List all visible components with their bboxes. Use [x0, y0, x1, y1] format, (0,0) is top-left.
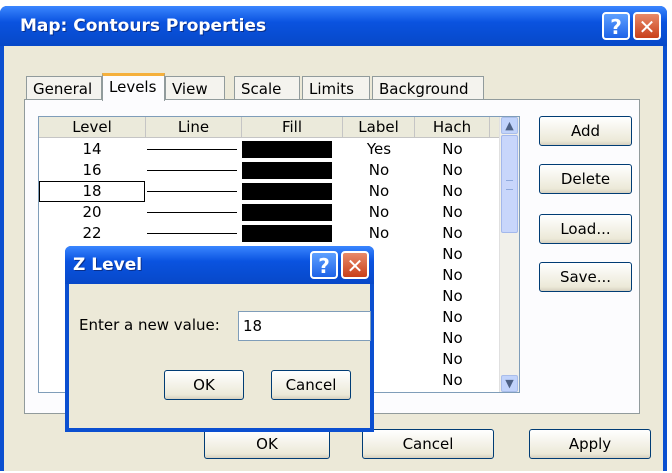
row-label[interactable]: No: [343, 223, 415, 244]
row-hach[interactable]: No: [415, 160, 490, 181]
add-button[interactable]: Add: [539, 116, 632, 146]
table-row-selected[interactable]: 18 No No: [39, 181, 513, 202]
row-hach[interactable]: No: [415, 328, 490, 349]
column-header-line[interactable]: Line: [146, 117, 242, 137]
fill-swatch[interactable]: [242, 225, 332, 242]
row-hach[interactable]: No: [415, 181, 490, 202]
help-icon[interactable]: ?: [310, 251, 338, 279]
fill-swatch[interactable]: [242, 162, 332, 179]
row-label[interactable]: Yes: [343, 139, 415, 160]
fill-swatch[interactable]: [242, 183, 332, 200]
line-swatch[interactable]: [147, 149, 237, 150]
row-hach[interactable]: No: [415, 349, 490, 370]
dialog-titlebar[interactable]: Z Level ? ✕: [65, 246, 374, 284]
help-icon[interactable]: ?: [602, 12, 630, 40]
dialog-ok-button[interactable]: OK: [164, 370, 244, 400]
z-level-input[interactable]: 18: [238, 311, 371, 341]
tab-view[interactable]: View: [165, 76, 225, 100]
save-button[interactable]: Save...: [539, 262, 632, 292]
row-level: 22: [82, 224, 102, 242]
delete-button[interactable]: Delete: [539, 164, 632, 194]
grip-icon: [506, 180, 513, 190]
column-header-hach[interactable]: Hach: [415, 117, 490, 137]
row-label[interactable]: No: [343, 202, 415, 223]
close-icon[interactable]: ✕: [633, 12, 661, 40]
column-header-fill[interactable]: Fill: [242, 117, 343, 137]
row-hach[interactable]: No: [415, 202, 490, 223]
table-row[interactable]: 20 No No: [39, 202, 513, 223]
window-titlebar[interactable]: Map: Contours Properties ? ✕: [0, 6, 667, 46]
row-hach[interactable]: No: [415, 244, 490, 265]
column-header-label[interactable]: Label: [343, 117, 415, 137]
table-row[interactable]: 14 Yes No: [39, 139, 513, 160]
scroll-thumb[interactable]: [501, 135, 518, 233]
tab-scale[interactable]: Scale: [234, 76, 300, 100]
load-button[interactable]: Load...: [539, 214, 632, 244]
dialog-client: Enter a new value: 18 OK Cancel: [69, 284, 371, 428]
row-hach[interactable]: No: [415, 307, 490, 328]
fill-swatch[interactable]: [242, 204, 332, 221]
z-level-dialog: Z Level ? ✕ Enter a new value: 18 OK Can…: [65, 246, 374, 432]
row-label[interactable]: No: [343, 181, 415, 202]
row-level: 20: [82, 203, 102, 221]
row-level[interactable]: 18: [39, 181, 145, 202]
tab-limits[interactable]: Limits: [302, 76, 370, 100]
chevron-down-icon[interactable]: ▼: [501, 375, 518, 392]
tab-levels[interactable]: Levels: [102, 73, 165, 101]
close-icon[interactable]: ✕: [341, 251, 369, 279]
tab-general[interactable]: General: [26, 76, 102, 100]
value-prompt-label: Enter a new value:: [79, 316, 220, 334]
vertical-scrollbar[interactable]: ▲ ▼: [499, 117, 519, 392]
line-swatch[interactable]: [147, 191, 237, 192]
dialog-cancel-button[interactable]: Cancel: [271, 370, 351, 400]
line-swatch[interactable]: [147, 170, 237, 171]
table-row[interactable]: 22 No No: [39, 223, 513, 244]
tab-background[interactable]: Background: [372, 76, 484, 100]
row-label[interactable]: No: [343, 160, 415, 181]
row-hach[interactable]: No: [415, 370, 490, 391]
column-header-level[interactable]: Level: [39, 117, 146, 137]
apply-button[interactable]: Apply: [529, 429, 651, 459]
cancel-button[interactable]: Cancel: [362, 429, 494, 459]
line-swatch[interactable]: [147, 233, 237, 234]
row-hach[interactable]: No: [415, 223, 490, 244]
levels-list-header: Level Line Fill Label Hach: [39, 117, 513, 138]
dialog-title: Z Level: [73, 255, 143, 275]
line-swatch[interactable]: [147, 212, 237, 213]
window-title: Map: Contours Properties: [20, 16, 267, 36]
ok-button[interactable]: OK: [204, 429, 330, 459]
row-hach[interactable]: No: [415, 139, 490, 160]
fill-swatch[interactable]: [242, 141, 332, 158]
row-hach[interactable]: No: [415, 286, 490, 307]
row-level: 14: [82, 140, 102, 158]
row-level: 16: [82, 161, 102, 179]
row-hach[interactable]: No: [415, 265, 490, 286]
chevron-up-icon[interactable]: ▲: [501, 117, 518, 134]
table-row[interactable]: 16 No No: [39, 160, 513, 181]
